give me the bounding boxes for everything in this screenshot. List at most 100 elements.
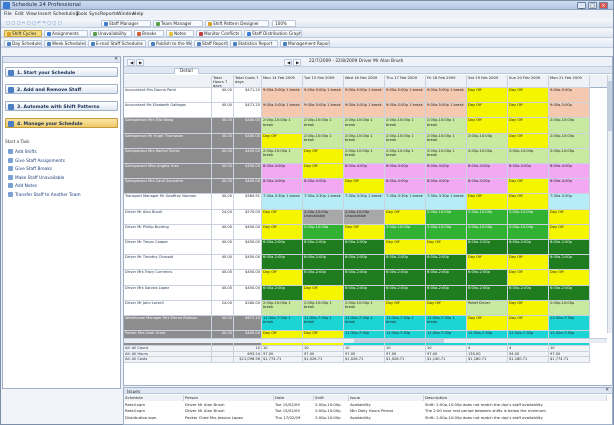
- shift-cell[interactable]: 2:00p-10:00p 1 break: [426, 133, 467, 149]
- column-header[interactable]: Mon 14 Feb 2009: [262, 75, 303, 88]
- shift-cell[interactable]: 6:00a-2:00p: [262, 240, 303, 256]
- shift-cell[interactable]: 8:00a-4:00p: [385, 164, 426, 180]
- shift-cell[interactable]: 6:00a-2:00p: [467, 285, 508, 301]
- shift-cell[interactable]: 8:00a-4:00p: [467, 164, 508, 180]
- report-button-day-schedules[interactable]: Day Schedules: [4, 40, 42, 47]
- shift-cell[interactable]: 2:00p-10:00p: [426, 224, 467, 240]
- shift-cell[interactable]: 9:00a-5:00p 1 break: [426, 103, 467, 119]
- issues-cell[interactable]: Shift: 2:00p-10:00p does not match the d…: [424, 402, 607, 408]
- shift-cell[interactable]: 9:00a-5:00p 1 break: [344, 88, 385, 104]
- column-header[interactable]: Mon 21 Feb 2009: [549, 75, 590, 88]
- shift-cell[interactable]: 2:00p-10:00p 1 break: [262, 300, 303, 316]
- shift-cell[interactable]: 2:00p-10:00p 1 break: [344, 300, 385, 316]
- shift-cell[interactable]: Day Off: [303, 164, 344, 180]
- issues-cell[interactable]: Driver Mr Alan Brush: [184, 408, 274, 414]
- shift-cell[interactable]: Day Off: [262, 209, 303, 225]
- staff-name[interactable]: Driver Mr Phillip Bunting: [124, 224, 212, 240]
- shift-cell[interactable]: 7:30a-3:30p: [549, 194, 590, 210]
- staff-name[interactable]: Driver Mrs Sandra Lopez: [124, 285, 212, 301]
- shift-cell[interactable]: Day Off: [262, 270, 303, 286]
- issues-cell[interactable]: Min Daily Hours Period: [349, 408, 424, 414]
- menu-help[interactable]: Help: [133, 12, 143, 17]
- issues-column-header[interactable]: Shift: [314, 395, 349, 401]
- shift-cell[interactable]: 11:30a-7:30p 1 break: [385, 316, 426, 332]
- team-manager-button[interactable]: Team Manager: [153, 20, 203, 27]
- shift-cell[interactable]: Day Off: [508, 88, 549, 104]
- shift-cell[interactable]: 2:00p-10:00p: [467, 133, 508, 149]
- shift-cell[interactable]: 6:00a-2:00p: [344, 255, 385, 271]
- shift-cell[interactable]: 8:00a-4:00p: [426, 179, 467, 195]
- shift-cell[interactable]: 2:00p-10:00p 1 break: [426, 118, 467, 134]
- scrollbar-thumb[interactable]: [608, 81, 612, 131]
- shift-cell[interactable]: Day Off: [467, 103, 508, 119]
- standard-buttons[interactable]: ▢ ▢ ▢ ✂ ▢ ▢ ↶ ↷ ▢ ▢ ▢: [4, 20, 74, 27]
- shift-cell[interactable]: 6:00a-2:00p: [262, 285, 303, 301]
- shift-cell[interactable]: 7:30a-3:30p 1 break: [426, 194, 467, 210]
- shift-cell[interactable]: 2:00p-10:00p 1 break: [385, 148, 426, 164]
- shift-cell[interactable]: 11:30a-7:30p 1 break: [344, 316, 385, 332]
- issues-cell[interactable]: Tue 15/02/09: [274, 402, 314, 408]
- shift-cell[interactable]: 6:00a-2:00p: [508, 285, 549, 301]
- shift-cell[interactable]: 2:00p-10:00p: [467, 209, 508, 225]
- shift-cell[interactable]: 8:00a-4:00p: [549, 164, 590, 180]
- task-transfer-staff-to-another-team[interactable]: Transfer Staff to Another Team: [8, 191, 81, 198]
- shift-cell[interactable]: Day Off: [467, 118, 508, 134]
- report-button-publish-to-the-web[interactable]: Publish to the Web: [148, 40, 192, 47]
- shift-cell[interactable]: Day Off: [262, 224, 303, 240]
- shift-cell[interactable]: 9:00a-5:00p 1 break: [426, 88, 467, 104]
- shift-cell[interactable]: 7:30a-3:30p 1 break: [385, 194, 426, 210]
- shift-cell[interactable]: Day Off: [508, 194, 549, 210]
- shift-cell[interactable]: 6:00a-2:00p: [303, 240, 344, 256]
- step-4[interactable]: 4. Manage your Schedule: [5, 118, 118, 128]
- shift-cell[interactable]: 9:00a-5:00p 1 break: [262, 103, 303, 119]
- view-toggle-unavailability[interactable]: Unavailability: [90, 30, 132, 37]
- staff-name[interactable]: Salesperson Mr Hugh Thompson: [124, 133, 212, 149]
- shift-cell[interactable]: 2:00p-10:00p Unavailable: [303, 209, 344, 225]
- shift-cell[interactable]: 9:00a-5:00p 1 break: [385, 88, 426, 104]
- shift-cell[interactable]: 8:00a-4:00p: [467, 179, 508, 195]
- view-toggle-notes[interactable]: Notes: [166, 30, 194, 37]
- shift-cell[interactable]: 6:00a-2:00p: [549, 240, 590, 256]
- close-icon[interactable]: ✕: [605, 388, 609, 393]
- step-2[interactable]: 2. Add and Remove Staff: [5, 84, 118, 94]
- shift-cell[interactable]: Day Off: [549, 224, 590, 240]
- shift-cell[interactable]: 2:00p-10:00p 1 break: [262, 118, 303, 134]
- shift-cell[interactable]: 6:00a-2:00p: [426, 255, 467, 271]
- shift-cell[interactable]: 2:00p-10:00p 1 break: [344, 133, 385, 149]
- shift-cell[interactable]: 2:00p-10:00p 1 break: [385, 133, 426, 149]
- shift-cell[interactable]: Day Off: [508, 255, 549, 271]
- shift-cell[interactable]: 6:00a-2:00p: [467, 270, 508, 286]
- tab-detail[interactable]: Detail: [174, 68, 199, 74]
- vertical-scrollbar[interactable]: [607, 75, 612, 333]
- column-header[interactable]: Fri 18 Feb 2009: [426, 75, 467, 88]
- shift-cell[interactable]: Day Off: [426, 240, 467, 256]
- menu-view[interactable]: View: [26, 12, 37, 17]
- shift-cell[interactable]: 2:00p-10:00p 1 break: [303, 133, 344, 149]
- staff-manager-button[interactable]: Staff Manager: [101, 20, 151, 27]
- view-toggle-assignments[interactable]: Assignments: [44, 30, 88, 37]
- shift-cell[interactable]: 2:00p-10:00p: [508, 224, 549, 240]
- shift-cell[interactable]: 2:00p-10:00p 1 break: [426, 148, 467, 164]
- scrollbar-thumb[interactable]: [354, 339, 444, 343]
- shift-cell[interactable]: 2:00p-10:00p Unavailable: [344, 209, 385, 225]
- shift-cell[interactable]: Day Off: [467, 194, 508, 210]
- shift-cell[interactable]: Day Off: [508, 300, 549, 316]
- shift-cell[interactable]: Day Off: [549, 209, 590, 225]
- shift-cell[interactable]: Day Off: [508, 118, 549, 134]
- range-next-icon[interactable]: ▶: [293, 59, 301, 66]
- task-add-notes[interactable]: Add Notes: [8, 183, 37, 189]
- issues-column-header[interactable]: Issue: [349, 395, 424, 401]
- shift-cell[interactable]: 11:30a-7:30p 1 break: [426, 316, 467, 332]
- shift-cell[interactable]: Day Off: [508, 270, 549, 286]
- staff-name[interactable]: Salesperson Mrs Ella Wong: [124, 118, 212, 134]
- shift-cell[interactable]: 8:00a-4:00p: [549, 179, 590, 195]
- issues-cell[interactable]: 2:00p-10:00p: [314, 415, 349, 421]
- shift-cell[interactable]: 2:00p-10:00p: [508, 148, 549, 164]
- shift-pattern-designer-button[interactable]: Shift Pattern Designer: [205, 20, 269, 27]
- menu-reports[interactable]: Reports: [100, 12, 118, 17]
- shift-cell[interactable]: 2:00p-10:00p 1 break: [385, 118, 426, 134]
- shift-cell[interactable]: 6:00a-2:00p: [344, 285, 385, 301]
- shift-cell[interactable]: 2:00p-10:00p: [467, 224, 508, 240]
- shift-cell[interactable]: 9:00a-5:00p: [549, 88, 590, 104]
- shift-cell[interactable]: 8:00a-4:00p: [385, 179, 426, 195]
